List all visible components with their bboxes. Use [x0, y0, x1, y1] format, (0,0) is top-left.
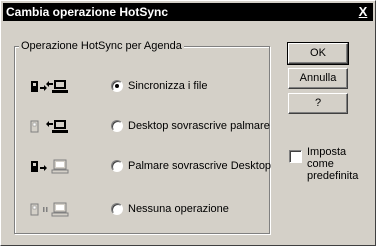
set-default-checkbox[interactable] — [289, 150, 302, 163]
handheld-overwrites-desktop-icon — [31, 159, 69, 174]
title-bar[interactable]: Cambia operazione HotSync X — [3, 3, 373, 21]
cancel-button[interactable]: Annulla — [288, 68, 348, 89]
option-desktop-overwrites-handheld[interactable]: Desktop sovrascrive palmare — [27, 116, 270, 136]
option-label: Sincronizza i file — [128, 80, 208, 92]
help-button[interactable]: ? — [288, 93, 348, 114]
radio-do-nothing[interactable] — [111, 203, 123, 215]
desktop-overwrites-handheld-icon — [30, 120, 68, 133]
ok-button[interactable]: OK — [287, 42, 349, 65]
radio-sync-files[interactable] — [111, 80, 123, 92]
set-default-label: Imposta come predefinita — [307, 146, 359, 182]
option-label: Desktop sovrascrive palmare — [128, 120, 270, 132]
sync-both-icon — [31, 80, 68, 93]
option-label: Palmare sovrascrive Desktop — [128, 160, 272, 172]
radio-selected-dot — [115, 84, 119, 88]
option-handheld-overwrites-desktop[interactable]: Palmare sovrascrive Desktop — [27, 156, 271, 176]
option-label: Nessuna operazione — [128, 203, 229, 215]
option-do-nothing[interactable]: Nessuna operazione — [27, 199, 263, 219]
do-nothing-icon — [30, 202, 69, 217]
close-icon[interactable]: X — [356, 5, 370, 19]
radio-desktop-overwrites-handheld[interactable] — [111, 120, 123, 132]
group-label: Operazione HotSync per Agenda — [19, 39, 184, 53]
dialog-window: Cambia operazione HotSync X Operazione H… — [0, 0, 376, 246]
radio-handheld-overwrites-desktop[interactable] — [111, 160, 123, 172]
option-sync-files[interactable]: Sincronizza i file — [27, 76, 263, 96]
window-title: Cambia operazione HotSync — [6, 5, 169, 19]
